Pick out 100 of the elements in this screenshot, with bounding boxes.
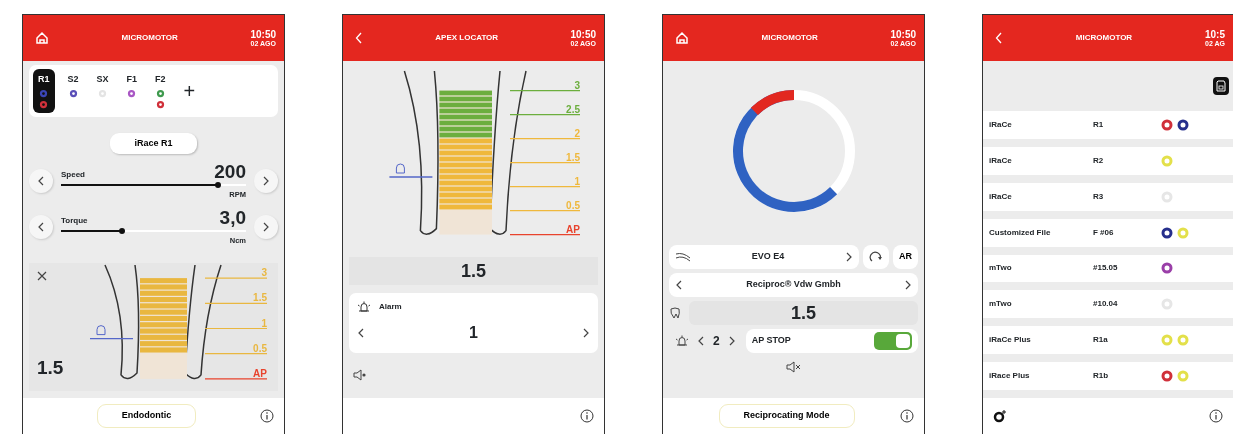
chevron-right-icon[interactable] <box>727 335 736 347</box>
file-label: R1 <box>38 73 50 86</box>
sd-card-button[interactable] <box>1213 77 1229 95</box>
direction-button[interactable]: AR <box>893 245 918 269</box>
speaker-mute-icon[interactable] <box>785 361 802 373</box>
scale-line <box>204 302 269 304</box>
screen-title: APEX LOCATOR <box>434 32 500 44</box>
ap-stop-toggle[interactable] <box>874 332 912 350</box>
chevron-right-icon[interactable] <box>262 175 270 188</box>
file-size: R2 <box>1093 154 1105 167</box>
chevron-right-icon[interactable] <box>845 251 853 263</box>
back-icon[interactable] <box>995 32 1003 44</box>
scale-label: AP <box>253 367 268 379</box>
chevron-left-icon[interactable] <box>697 335 705 347</box>
clock-time: 10:50 <box>570 29 596 40</box>
scale-label: 1.5 <box>565 151 580 163</box>
home-icon[interactable] <box>675 31 689 45</box>
tooth-icon <box>669 307 681 319</box>
scale-label: 3 <box>261 266 268 278</box>
brand-row[interactable]: Reciproc® Vdw Gmbh <box>669 273 918 297</box>
alarm-bell-icon[interactable] <box>675 335 689 347</box>
back-icon[interactable] <box>355 32 363 44</box>
close-icon[interactable] <box>37 270 47 281</box>
chevron-left-icon[interactable] <box>37 175 45 188</box>
slider-thumb[interactable] <box>215 182 222 188</box>
file-name: mTwo <box>989 262 1013 275</box>
slider-thumb[interactable] <box>119 228 126 235</box>
info-icon[interactable] <box>900 409 914 423</box>
slider-value: 3,0 <box>219 208 246 228</box>
slider-label: Speed <box>61 169 85 181</box>
file-size: R1b <box>1093 370 1110 383</box>
mode-button[interactable]: Reciprocating Mode <box>718 404 855 428</box>
slider-label: Torque <box>61 215 88 228</box>
file-tab[interactable]: S2 <box>62 69 84 102</box>
scale-label: AP <box>565 223 580 235</box>
scale-line <box>204 277 269 279</box>
alarm-bell-icon <box>96 324 106 335</box>
home-icon[interactable] <box>35 31 49 45</box>
slider-track[interactable] <box>61 230 246 233</box>
file-list-row[interactable]: Customized File F #06 <box>983 218 1233 247</box>
clock-time: 10:50 <box>250 29 276 40</box>
file-list-row[interactable]: mTwo #15.05 <box>983 254 1233 283</box>
file-tab[interactable]: F1 <box>121 69 143 102</box>
clock-time: 10:50 <box>890 29 916 40</box>
scale-line <box>204 327 269 329</box>
file-name: iRaCe <box>989 190 1013 203</box>
screen-title: MICROMOTOR <box>1074 32 1134 44</box>
chevron-left-icon[interactable] <box>675 279 683 291</box>
chevron-right-icon[interactable] <box>582 327 590 339</box>
add-ring-icon[interactable] <box>993 409 1007 423</box>
add-file-button[interactable]: + <box>182 79 197 102</box>
clock-time: 10:5 <box>1205 29 1225 40</box>
file-row[interactable]: EVO E4 <box>669 245 859 269</box>
file-name: EVO E4 <box>750 250 786 264</box>
file-list-row[interactable]: iRaCe R1 <box>983 111 1233 139</box>
chevron-right-icon[interactable] <box>904 279 912 291</box>
file-list-row[interactable]: mTwo #10.04 <box>983 290 1233 319</box>
scale-label: 0.5 <box>565 199 580 211</box>
scale-label: 3 <box>573 79 580 91</box>
info-icon[interactable] <box>260 409 274 423</box>
file-instrument-icon <box>675 252 691 262</box>
file-label: S2 <box>67 73 79 86</box>
file-size: R1a <box>1093 334 1109 347</box>
file-list-row[interactable]: iRaCe Plus R1a <box>983 326 1233 355</box>
mode-button[interactable]: Endodontic <box>96 404 197 428</box>
alarm-bell-icon <box>395 163 405 174</box>
file-list-row[interactable]: iRaCe R3 <box>983 182 1233 211</box>
file-tab[interactable]: R1 <box>33 69 55 113</box>
file-label: F1 <box>126 73 138 86</box>
alarm-label: Alarm <box>379 301 402 313</box>
screen-title: MICROMOTOR <box>760 32 819 44</box>
scale-label: 0.5 <box>253 342 268 354</box>
info-icon[interactable] <box>1209 409 1223 423</box>
info-icon[interactable] <box>580 409 594 423</box>
scale-label: 1 <box>573 175 580 187</box>
scale-line <box>204 377 269 380</box>
rotation-button[interactable] <box>863 245 889 269</box>
file-name: iRaCe <box>989 154 1013 167</box>
scale-label: 2.5 <box>565 103 580 115</box>
file-label: F2 <box>155 73 166 86</box>
slider-value: 200 <box>214 162 246 181</box>
file-name: iRaCe Plus <box>989 334 1032 347</box>
file-tab[interactable]: SX <box>91 69 114 102</box>
file-name: iRaCe <box>989 118 1013 131</box>
scale-line <box>204 352 269 354</box>
file-name-button[interactable]: iRace R1 <box>110 132 197 154</box>
scale-label: 1 <box>261 317 268 328</box>
chevron-left-icon[interactable] <box>357 327 365 339</box>
chevron-left-icon[interactable] <box>37 221 45 234</box>
file-name: iRace Plus <box>989 370 1031 383</box>
file-size: #15.05 <box>1093 262 1119 275</box>
file-size: #10.04 <box>1093 298 1119 311</box>
file-list-row[interactable]: iRace Plus R1b <box>983 362 1233 390</box>
screen-title: MICROMOTOR <box>120 32 179 44</box>
chevron-right-icon[interactable] <box>262 221 270 234</box>
file-list-row[interactable]: iRaCe R2 <box>983 146 1233 175</box>
file-tab[interactable]: F2 <box>150 69 171 113</box>
file-size: R1 <box>1093 118 1105 131</box>
speaker-icon[interactable] <box>353 369 367 381</box>
alarm-bell-icon[interactable] <box>357 301 371 313</box>
